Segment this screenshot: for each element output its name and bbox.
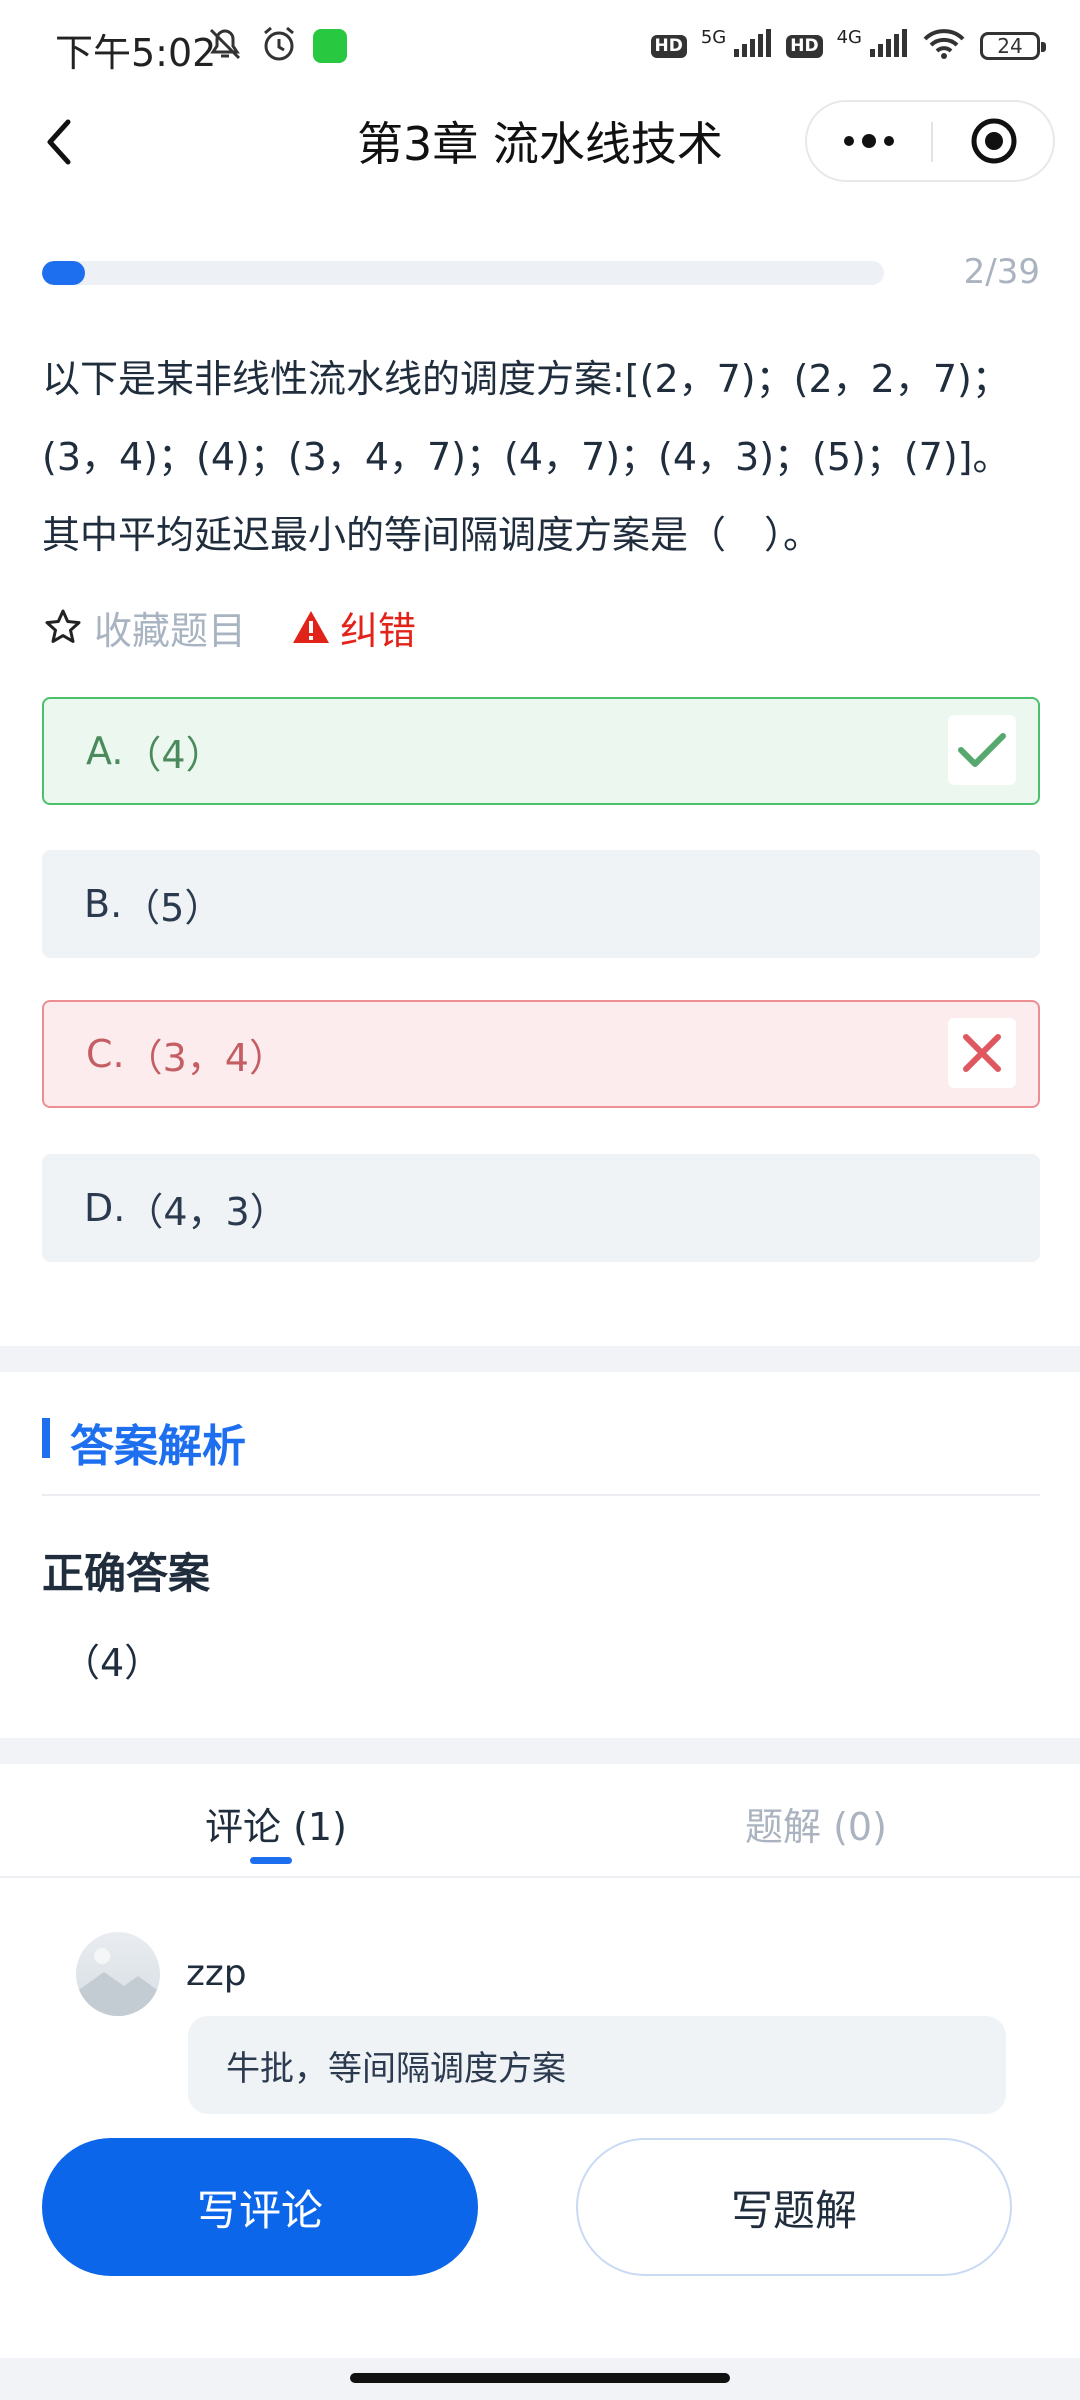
status-time: 下午5:02 [55,31,217,75]
option-text: （5） [122,885,223,930]
correct-answer-title: 正确答案 [42,1549,211,1598]
option-d[interactable]: D. （4，3） [42,1154,1040,1262]
image-placeholder-icon [76,1948,160,2016]
battery-indicator: 24 [980,32,1046,60]
report-error-button[interactable]: 纠错 [292,602,417,653]
option-a[interactable]: A. （4） [42,697,1040,805]
network-type-label: 5G [700,26,727,48]
option-text: （4） [123,732,224,777]
wifi-icon [922,27,966,65]
question-text: 以下是某非线性流水线的调度方案:[(2，7)；(2，2，7)；(3，4)；(4)… [42,357,1011,557]
close-button[interactable] [933,102,1055,180]
signal-icon [732,29,772,63]
mute-icon [205,26,245,66]
status-bar: 下午5:02 HD 5G HD 4G 24 [0,0,1080,90]
comment-username: zzp [186,1953,247,1994]
status-right-icons: HD 5G HD 4G 24 [650,24,1046,68]
star-icon [45,609,81,643]
home-indicator[interactable] [350,2373,730,2383]
progress-count: 2/39 [963,252,1040,292]
write-solution-button[interactable]: 写题解 [576,2138,1012,2276]
close-x-icon [963,1034,1001,1072]
avatar[interactable] [76,1932,160,2016]
report-error-label: 纠错 [340,608,417,653]
progress-fill [42,261,86,285]
alarm-icon [259,25,299,67]
option-key: D. [84,1186,126,1230]
progress-bar [42,261,884,285]
favorite-button[interactable]: 收藏题目 [44,602,247,653]
more-button[interactable] [807,102,931,180]
write-comment-button[interactable]: 写评论 [42,2138,478,2276]
section-divider [0,1346,1080,1372]
option-c[interactable]: C. （3，4） [42,1000,1040,1108]
check-mark [948,715,1016,785]
more-dots-icon [844,134,894,148]
section-divider [0,1738,1080,1764]
favorite-label: 收藏题目 [94,608,247,653]
wrong-mark [948,1018,1016,1088]
analysis-title: 答案解析 [70,1421,246,1472]
divider [42,1494,1040,1496]
option-b[interactable]: B. （5） [42,850,1040,958]
status-left-icons [205,24,347,68]
option-text: （4，3） [125,1189,288,1234]
target-close-icon [971,118,1017,164]
signal-icon [868,29,908,63]
hd-badge: HD [786,34,823,58]
app-notification-icon [313,29,347,63]
correct-answer-value: （4） [62,1641,163,1685]
option-key: B. [84,882,123,926]
warning-icon [293,611,329,643]
divider [0,1876,1080,1878]
check-icon [958,733,1006,767]
comment-text: 牛批，等间隔调度方案 [188,2016,1006,2114]
active-tab-indicator [250,1857,292,1864]
section-marker [42,1418,50,1458]
hd-badge: HD [650,34,687,58]
tab-comments[interactable]: 评论 (1) [205,1796,347,1851]
option-key: A. [86,729,124,773]
tab-solutions[interactable]: 题解 (0) [745,1796,887,1851]
network-type-label: 4G [836,26,862,48]
mini-program-capsule [805,100,1055,182]
option-text: （3，4） [124,1035,287,1080]
option-key: C. [86,1032,125,1076]
